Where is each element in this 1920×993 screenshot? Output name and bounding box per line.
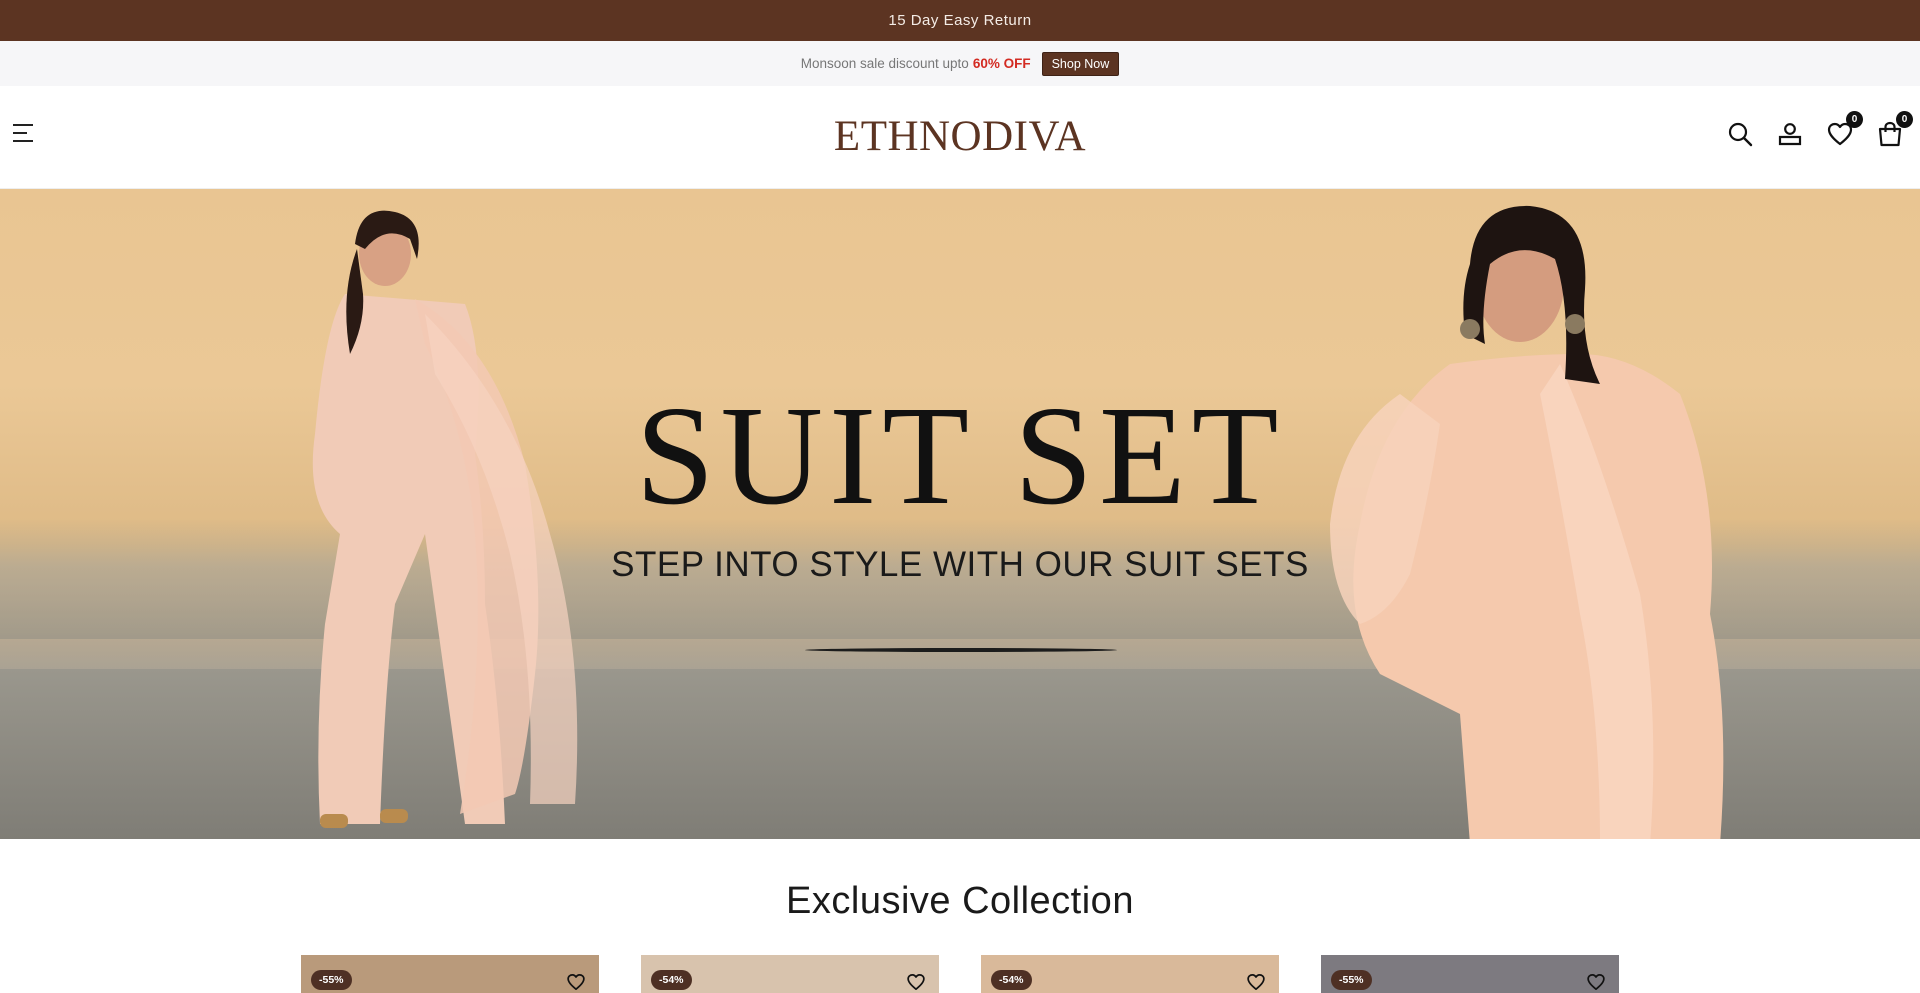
- cart-count-badge: 0: [1896, 111, 1913, 128]
- product-card[interactable]: -54%: [641, 955, 939, 993]
- hero-subtitle: STEP INTO STYLE WITH OUR SUIT SETS: [611, 545, 1309, 584]
- product-card[interactable]: -54%: [981, 955, 1279, 993]
- wishlist-heart-icon[interactable]: [1246, 972, 1266, 992]
- hero-banner[interactable]: SUIT SET STEP INTO STYLE WITH OUR SUIT S…: [0, 189, 1920, 839]
- product-card[interactable]: -55%: [301, 955, 599, 993]
- header-icons: 0 0: [1726, 111, 1913, 148]
- shop-now-button[interactable]: Shop Now: [1041, 51, 1120, 76]
- section-title: Exclusive Collection: [786, 880, 1134, 922]
- promo-discount: 60% OFF: [972, 56, 1031, 71]
- discount-badge: -55%: [1331, 970, 1372, 990]
- discount-badge: -54%: [651, 970, 692, 990]
- account-icon[interactable]: [1776, 120, 1804, 148]
- site-logo[interactable]: ETHNODIVA: [0, 115, 1920, 158]
- wishlist-heart-icon[interactable]: [566, 972, 586, 992]
- hero-divider: [805, 648, 1117, 652]
- promo-text: Monsoon sale discount upto: [800, 56, 969, 71]
- promo-bar: Monsoon sale discount upto 60% OFF Shop …: [0, 41, 1920, 86]
- discount-badge: -55%: [311, 970, 352, 990]
- announcement-bar: 15 Day Easy Return: [0, 0, 1920, 41]
- wishlist-heart-icon[interactable]: [1586, 972, 1606, 992]
- discount-badge: -54%: [991, 970, 1032, 990]
- product-grid: -55% -54% -54% -55%: [301, 955, 1619, 993]
- hero-title: SUIT SET: [635, 376, 1285, 534]
- search-icon[interactable]: [1726, 120, 1754, 148]
- announcement-text: 15 Day Easy Return: [888, 12, 1032, 29]
- cart-icon[interactable]: 0: [1876, 111, 1913, 148]
- wishlist-count-badge: 0: [1846, 111, 1863, 128]
- wishlist-heart-icon[interactable]: 0: [1826, 111, 1863, 148]
- wishlist-heart-icon[interactable]: [906, 972, 926, 992]
- product-card[interactable]: -55%: [1321, 955, 1619, 993]
- site-header: ETHNODIVA 0 0: [0, 86, 1920, 189]
